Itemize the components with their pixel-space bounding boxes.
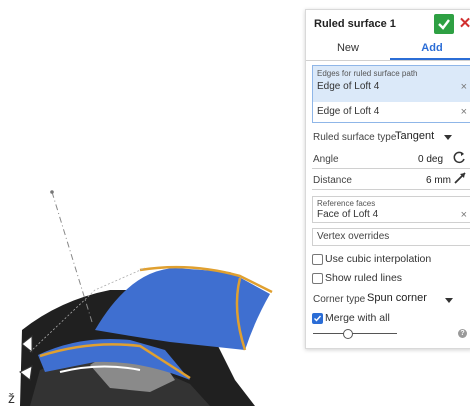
- remove-face-icon[interactable]: ×: [461, 209, 467, 221]
- rotate-direction-icon[interactable]: [452, 150, 466, 164]
- use-cubic-checkbox[interactable]: [312, 254, 323, 265]
- angle-label: Angle: [313, 154, 339, 165]
- use-cubic-label: Use cubic interpolation: [325, 253, 432, 265]
- angle-input[interactable]: 0 deg: [418, 154, 443, 165]
- remove-edge-2-icon[interactable]: ×: [461, 106, 467, 118]
- edge-item-2-row[interactable]: Edge of Loft 4 ×: [313, 102, 470, 122]
- axis-endpoint: [50, 190, 54, 194]
- active-tab-indicator: [390, 58, 470, 60]
- cancel-button[interactable]: ✕: [457, 14, 470, 34]
- ruled-surface-type-label: Ruled surface type: [313, 132, 397, 143]
- ruled-surface-dialog: Ruled surface 1 ✕ New Add Edges for rule…: [305, 9, 470, 349]
- edge-item-1[interactable]: Edge of Loft 4: [317, 81, 379, 92]
- merge-with-all-checkbox[interactable]: [312, 313, 323, 324]
- dialog-header: Ruled surface 1 ✕: [306, 10, 470, 38]
- corner-type-label: Corner type: [313, 294, 366, 305]
- dialog-title: Ruled surface 1: [314, 18, 396, 30]
- merge-with-all-label: Merge with all: [325, 312, 390, 324]
- chevron-down-icon[interactable]: [444, 135, 452, 140]
- distance-underline: [312, 189, 470, 190]
- edges-selection-box[interactable]: Edges for ruled surface path Edge of Lof…: [312, 65, 470, 123]
- reference-faces-box[interactable]: Reference faces Face of Loft 4 ×: [312, 196, 470, 223]
- corner-chevron-down-icon[interactable]: [445, 298, 453, 303]
- reference-face-item[interactable]: Face of Loft 4: [317, 209, 378, 220]
- flip-direction-icon[interactable]: [453, 171, 467, 185]
- vertex-overrides-box[interactable]: Vertex overrides: [312, 228, 470, 246]
- tab-add[interactable]: Add: [390, 38, 470, 60]
- corner-glyph: ž: [8, 390, 15, 406]
- reference-faces-label: Reference faces: [317, 199, 376, 208]
- preview-slider-handle[interactable]: [343, 329, 353, 339]
- tab-bar: New Add: [306, 38, 470, 61]
- help-icon[interactable]: ?: [458, 329, 467, 338]
- preview-slider-track[interactable]: [313, 333, 397, 334]
- show-ruled-lines-checkbox[interactable]: [312, 273, 323, 284]
- show-ruled-lines-label: Show ruled lines: [325, 272, 403, 284]
- check-icon: [314, 315, 322, 322]
- confirm-button[interactable]: [434, 14, 454, 34]
- tab-new[interactable]: New: [306, 38, 390, 60]
- edge-item-2: Edge of Loft 4: [317, 106, 380, 117]
- ruled-surface-type-select[interactable]: Tangent: [395, 130, 434, 142]
- distance-input[interactable]: 6 mm: [426, 175, 451, 186]
- angle-underline: [312, 168, 470, 169]
- edges-box-label: Edges for ruled surface path: [317, 69, 418, 78]
- remove-edge-1-icon[interactable]: ×: [461, 81, 467, 93]
- checkmark-icon: [438, 19, 450, 30]
- distance-label: Distance: [313, 175, 352, 186]
- corner-type-select[interactable]: Spun corner: [367, 292, 427, 304]
